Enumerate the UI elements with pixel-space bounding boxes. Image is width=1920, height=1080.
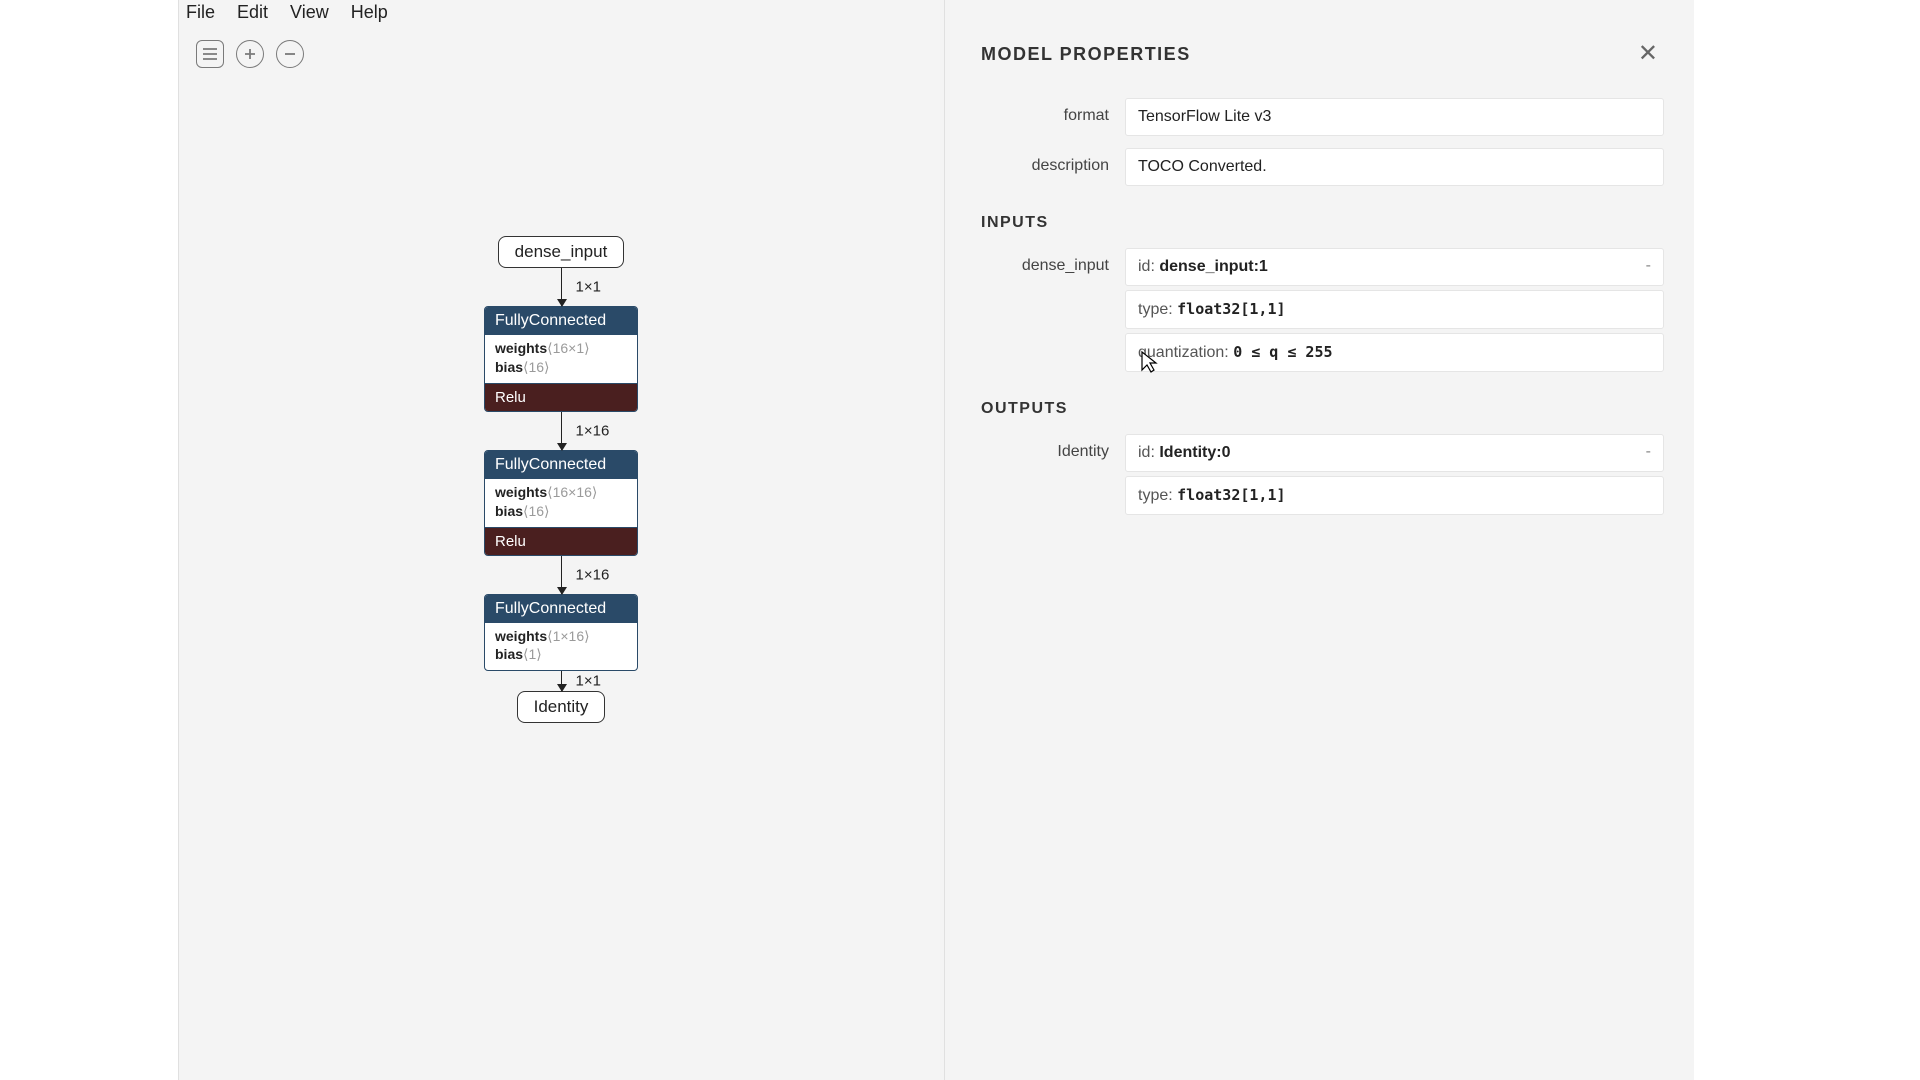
op-attrs: weights⟨16×1⟩ bias⟨16⟩ (485, 335, 637, 383)
field-key: type: (1138, 301, 1173, 318)
panel-title: MODEL PROPERTIES (981, 44, 1191, 65)
edge-shape: 1×1 (576, 279, 601, 296)
field-value: dense_input:1 (1159, 258, 1267, 275)
field-value: float32[1,1] (1177, 300, 1285, 318)
op-attrs: weights⟨16×16⟩ bias⟨16⟩ (485, 479, 637, 527)
attr-bias-label: bias (495, 646, 523, 662)
attr-weights-label: weights (495, 628, 547, 644)
input-type-field[interactable]: type: float32[1,1] (1125, 290, 1664, 329)
input-id-field[interactable]: id: dense_input:1 (1125, 248, 1664, 286)
attr-weights-dim: ⟨16×16⟩ (547, 484, 597, 500)
graph-edge: 1×1 (561, 268, 562, 306)
op-title: FullyConnected (485, 451, 637, 479)
op-node-fullyconnected[interactable]: FullyConnected weights⟨16×1⟩ bias⟨16⟩ Re… (484, 306, 638, 412)
output-id-field[interactable]: id: Identity:0 (1125, 434, 1664, 472)
op-attrs: weights⟨1×16⟩ bias⟨1⟩ (485, 623, 637, 671)
input-quantization-field[interactable]: quantization: 0 ≤ q ≤ 255 (1125, 333, 1664, 372)
property-description: description TOCO Converted. (981, 148, 1664, 186)
input-row: dense_input id: dense_input:1 type: floa… (981, 248, 1664, 372)
attr-weights-label: weights (495, 340, 547, 356)
property-format: format TensorFlow Lite v3 (981, 98, 1664, 136)
op-activation: Relu (485, 527, 637, 555)
property-label: format (981, 98, 1125, 125)
edge-shape: 1×16 (576, 566, 610, 583)
attr-bias-dim: ⟨1⟩ (523, 646, 542, 662)
inputs-heading: INPUTS (981, 214, 1664, 232)
graph-edge: 1×1 (561, 671, 562, 691)
close-icon: ✕ (1638, 40, 1658, 67)
field-value: Identity:0 (1159, 444, 1230, 461)
input-node[interactable]: dense_input (498, 236, 625, 268)
op-activation: Relu (485, 383, 637, 411)
op-node-fullyconnected[interactable]: FullyConnected weights⟨16×16⟩ bias⟨16⟩ R… (484, 450, 638, 556)
input-name: dense_input (981, 248, 1125, 275)
output-name: Identity (981, 434, 1125, 461)
output-row: Identity id: Identity:0 type: float32[1,… (981, 434, 1664, 515)
graph-edge: 1×16 (561, 412, 562, 450)
field-key: id: (1138, 444, 1155, 461)
edge-shape: 1×16 (576, 422, 610, 439)
op-node-fullyconnected[interactable]: FullyConnected weights⟨1×16⟩ bias⟨1⟩ (484, 594, 638, 672)
field-value: float32[1,1] (1177, 486, 1285, 504)
field-value: 0 ≤ q ≤ 255 (1233, 343, 1332, 361)
attr-weights-dim: ⟨1×16⟩ (547, 628, 589, 644)
op-title: FullyConnected (485, 595, 637, 623)
attr-weights-dim: ⟨16×1⟩ (547, 340, 589, 356)
edge-shape: 1×1 (576, 673, 601, 690)
close-button[interactable]: ✕ (1632, 38, 1664, 70)
property-value[interactable]: TOCO Converted. (1125, 148, 1664, 186)
op-title: FullyConnected (485, 307, 637, 335)
graph-canvas[interactable]: dense_input 1×1 FullyConnected weights⟨1… (178, 0, 944, 1080)
model-graph: dense_input 1×1 FullyConnected weights⟨1… (484, 236, 638, 723)
attr-bias-label: bias (495, 503, 523, 519)
attr-bias-label: bias (495, 359, 523, 375)
field-key: quantization: (1138, 344, 1229, 361)
property-label: description (981, 148, 1125, 175)
graph-edge: 1×16 (561, 556, 562, 594)
property-value[interactable]: TensorFlow Lite v3 (1125, 98, 1664, 136)
attr-bias-dim: ⟨16⟩ (523, 503, 550, 519)
output-type-field[interactable]: type: float32[1,1] (1125, 476, 1664, 515)
attr-bias-dim: ⟨16⟩ (523, 359, 550, 375)
field-key: id: (1138, 258, 1155, 275)
properties-panel: MODEL PROPERTIES ✕ format TensorFlow Lit… (944, 0, 1694, 1080)
field-key: type: (1138, 487, 1173, 504)
outputs-heading: OUTPUTS (981, 400, 1664, 418)
output-node[interactable]: Identity (517, 691, 606, 723)
attr-weights-label: weights (495, 484, 547, 500)
